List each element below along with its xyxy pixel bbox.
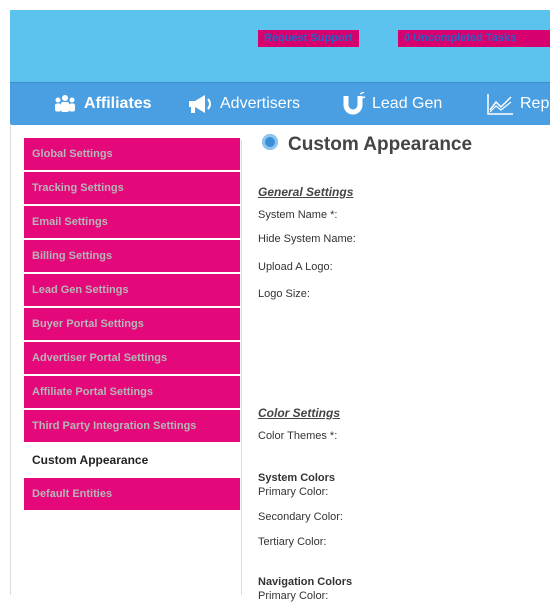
- sidebar-item-affiliate-portal-settings[interactable]: Affiliate Portal Settings: [24, 376, 240, 410]
- nav-label-lead-gen: Lead Gen: [372, 95, 443, 112]
- page-title-text: Custom Appearance: [288, 134, 473, 155]
- magnet-icon: [343, 92, 366, 115]
- color-themes-label: Color Themes *:: [258, 430, 338, 442]
- top-bar: Request Support 0 Uncompleted Tasks: [10, 10, 550, 82]
- logo-size-label: Logo Size:: [258, 288, 310, 300]
- sidebar-item-third-party-integration-settings[interactable]: Third Party Integration Settings: [24, 410, 240, 444]
- sidebar-item-custom-appearance[interactable]: Custom Appearance: [24, 444, 240, 478]
- page-left-border: [10, 124, 11, 595]
- page-title: Custom Appearance: [262, 134, 472, 156]
- nav-item-advertisers[interactable]: Advertisers: [186, 83, 300, 125]
- general-settings-heading: General Settings: [258, 185, 354, 199]
- nav-item-lead-gen[interactable]: Lead Gen: [340, 83, 442, 125]
- nav-item-affiliates[interactable]: Affiliates: [52, 83, 152, 125]
- nav-label-advertisers: Advertisers: [220, 95, 301, 112]
- settings-sidebar: Global Settings Tracking Settings Email …: [24, 138, 240, 512]
- upload-logo-label: Upload A Logo:: [258, 261, 333, 273]
- nav-primary-color-label: Primary Color:: [258, 590, 329, 602]
- chart-icon: [487, 94, 513, 115]
- nav-label-reports: Rep: [520, 95, 550, 112]
- sidebar-item-email-settings[interactable]: Email Settings: [24, 206, 240, 240]
- sidebar-item-default-entities[interactable]: Default Entities: [24, 478, 240, 512]
- secondary-color-label: Secondary Color:: [258, 511, 343, 523]
- system-colors-heading: System Colors: [258, 472, 336, 484]
- navigation-colors-heading: Navigation Colors: [258, 576, 353, 588]
- primary-color-label: Primary Color:: [258, 486, 329, 498]
- uncompleted-tasks-button[interactable]: 0 Uncompleted Tasks: [398, 30, 550, 47]
- request-support-button[interactable]: Request Support: [258, 30, 359, 47]
- users-icon: [55, 95, 75, 112]
- system-name-label: System Name *:: [258, 209, 338, 221]
- main-nav: Affiliates Advertisers Lead Gen Rep: [10, 82, 550, 125]
- content-divider: [241, 140, 242, 595]
- appearance-icon: [262, 134, 278, 150]
- sidebar-item-tracking-settings[interactable]: Tracking Settings: [24, 172, 240, 206]
- sidebar-item-lead-gen-settings[interactable]: Lead Gen Settings: [24, 274, 240, 308]
- nav-label-affiliates: Affiliates: [84, 95, 152, 112]
- megaphone-icon: [189, 95, 211, 113]
- tertiary-color-label: Tertiary Color:: [258, 536, 327, 548]
- nav-item-reports[interactable]: Rep: [486, 83, 549, 125]
- sidebar-item-buyer-portal-settings[interactable]: Buyer Portal Settings: [24, 308, 240, 342]
- sidebar-item-global-settings[interactable]: Global Settings: [24, 138, 240, 172]
- color-settings-heading: Color Settings: [258, 406, 341, 420]
- hide-system-name-label: Hide System Name:: [258, 233, 356, 245]
- sidebar-item-advertiser-portal-settings[interactable]: Advertiser Portal Settings: [24, 342, 240, 376]
- sidebar-item-billing-settings[interactable]: Billing Settings: [24, 240, 240, 274]
